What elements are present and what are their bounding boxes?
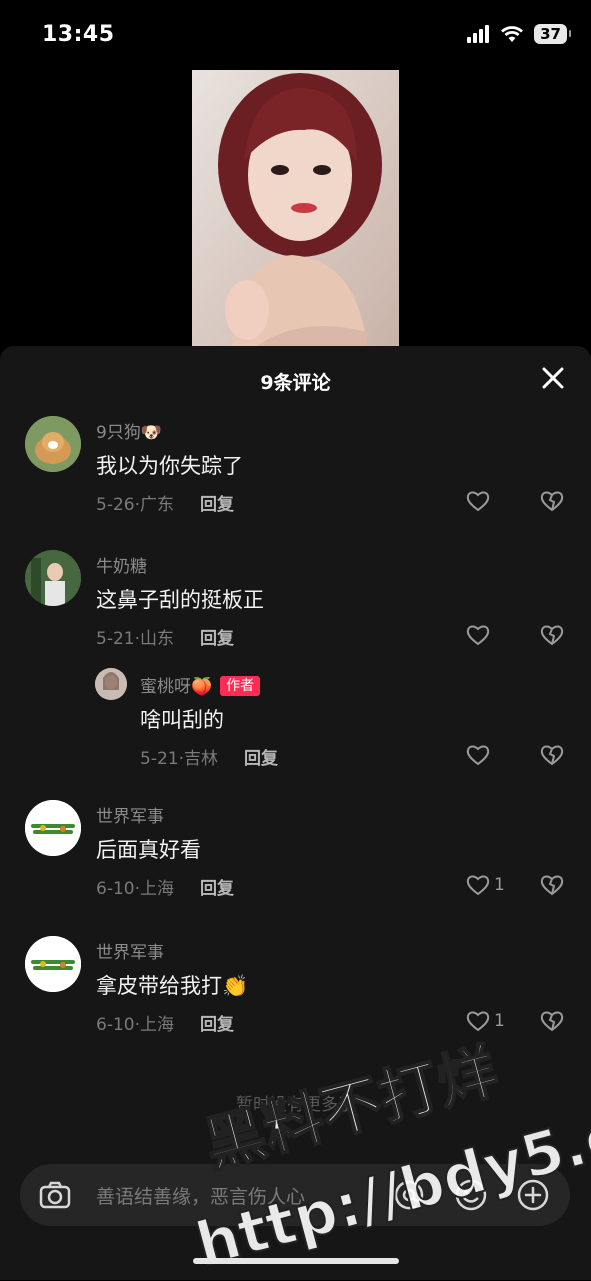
like-button[interactable] xyxy=(466,490,490,512)
avatar[interactable] xyxy=(25,550,81,606)
heart-icon xyxy=(466,745,490,766)
reply-button[interactable]: 回复 xyxy=(200,495,234,515)
like-count: 1 xyxy=(494,1011,505,1031)
reply-button[interactable]: 回复 xyxy=(200,879,234,899)
comment-input-bar[interactable]: 善语结善缘，恶言伤人心 xyxy=(20,1164,570,1226)
avatar[interactable] xyxy=(95,668,127,700)
heart-icon xyxy=(466,491,490,512)
mention-icon[interactable] xyxy=(392,1178,426,1212)
status-bar: 13:45 37 xyxy=(0,0,591,72)
comment-text: 这鼻子刮的挺板正 xyxy=(96,588,264,612)
comment-date-location: 5-21·山东 xyxy=(96,629,174,649)
reply-button[interactable]: 回复 xyxy=(200,629,234,649)
video-frame-image xyxy=(192,70,399,346)
status-time: 13:45 xyxy=(42,22,115,47)
comment-username[interactable]: 世界军事 xyxy=(96,938,164,963)
reply-button[interactable]: 回复 xyxy=(200,1015,234,1035)
comment-meta: 5-21·山东 回复 xyxy=(96,624,234,649)
broken-heart-icon[interactable] xyxy=(540,490,564,512)
comment-meta: 6-10·上海 回复 xyxy=(96,1010,234,1035)
avatar[interactable] xyxy=(25,416,81,472)
comment-text: 啥叫刮的 xyxy=(140,708,224,732)
like-button[interactable]: 1 xyxy=(466,1010,505,1032)
author-badge: 作者 xyxy=(220,676,261,696)
status-icons: 37 xyxy=(466,24,571,44)
comment-meta: 5-26·广东 回复 xyxy=(96,490,234,515)
emoji-icon[interactable] xyxy=(454,1178,488,1212)
reply-button[interactable]: 回复 xyxy=(244,749,278,769)
wifi-icon xyxy=(501,26,524,42)
comment-date-location: 5-21·吉林 xyxy=(140,749,218,769)
battery-indicator: 37 xyxy=(534,24,571,44)
comment-text: 我以为你失踪了 xyxy=(96,454,243,478)
heart-icon xyxy=(466,875,490,896)
heart-icon xyxy=(466,625,490,646)
comment-date-location: 5-26·广东 xyxy=(96,495,174,515)
like-button[interactable] xyxy=(466,624,490,646)
close-icon[interactable] xyxy=(539,364,567,392)
comment-text: 拿皮带给我打👏 xyxy=(96,974,249,998)
comment-date-location: 6-10·上海 xyxy=(96,879,174,899)
broken-heart-icon[interactable] xyxy=(540,1010,564,1032)
add-icon[interactable] xyxy=(516,1178,550,1212)
comment-username[interactable]: 世界军事 xyxy=(96,802,164,827)
broken-heart-icon[interactable] xyxy=(540,624,564,646)
like-button[interactable]: 1 xyxy=(466,874,505,896)
comment-username[interactable]: 9只狗🐶 xyxy=(96,418,162,443)
no-more-comments-text: 暂时没有更多了 xyxy=(236,1095,355,1115)
heart-icon xyxy=(466,1011,490,1032)
like-count: 1 xyxy=(494,875,505,895)
comment-text: 后面真好看 xyxy=(96,838,201,862)
broken-heart-icon[interactable] xyxy=(540,874,564,896)
avatar[interactable] xyxy=(25,936,81,992)
comment-username[interactable]: 蜜桃呀🍑 作者 xyxy=(140,672,261,697)
comment-username[interactable]: 牛奶糖 xyxy=(96,552,147,577)
comments-count-title: 9条评论 xyxy=(260,372,331,394)
cellular-signal-icon xyxy=(467,25,490,43)
comment-input-field[interactable]: 善语结善缘，恶言伤人心 xyxy=(96,1182,305,1209)
video-thumbnail[interactable] xyxy=(192,70,399,346)
camera-icon[interactable] xyxy=(38,1178,72,1212)
broken-heart-icon[interactable] xyxy=(540,744,564,766)
reply-username-text: 蜜桃呀🍑 xyxy=(140,677,213,697)
avatar[interactable] xyxy=(25,800,81,856)
like-button[interactable] xyxy=(466,744,490,766)
comment-date-location: 6-10·上海 xyxy=(96,1015,174,1035)
comments-sheet: 9条评论 9只狗🐶 我以为你失踪了 5-26·广东 回复 牛奶糖 这鼻子刮的挺板正… xyxy=(0,346,591,1280)
home-indicator[interactable] xyxy=(193,1258,399,1264)
comment-meta: 6-10·上海 回复 xyxy=(96,874,234,899)
comment-meta: 5-21·吉林 回复 xyxy=(140,744,278,769)
